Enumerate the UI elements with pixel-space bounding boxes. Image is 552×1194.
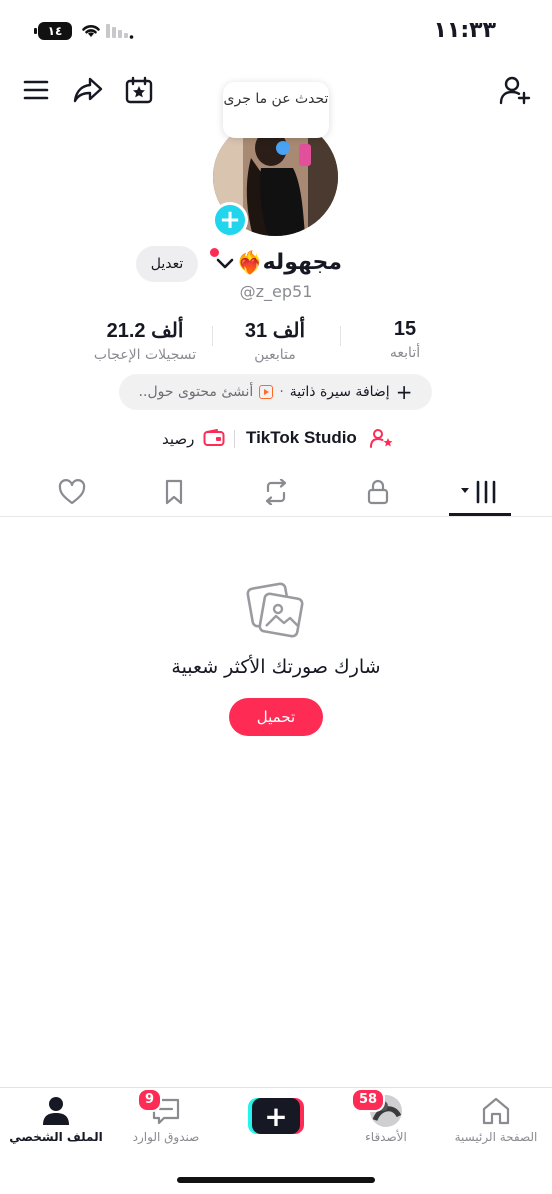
notification-dot xyxy=(210,248,219,257)
following-stat[interactable]: 15 أتابعه xyxy=(362,318,448,361)
likes-count: 21.2 ألف xyxy=(106,320,184,342)
add-icon: + xyxy=(395,380,413,404)
wallet-icon xyxy=(203,429,225,446)
inbox-count-badge: 9 xyxy=(137,1088,163,1112)
tab-liked-heart-icon[interactable] xyxy=(52,478,92,506)
empty-state-message: شارك صورتك الأكثر شعبية xyxy=(171,656,381,678)
play-icon xyxy=(259,385,274,399)
nav-profile[interactable]: الملف الشخصي xyxy=(1,1094,111,1144)
username-handle: @z_ep51 xyxy=(239,282,313,301)
likes-label: تسجيلات الإعجاب xyxy=(93,347,197,363)
tabs-divider xyxy=(0,516,552,517)
edit-profile-button[interactable]: تعديل xyxy=(136,246,198,282)
create-content-link[interactable]: أنشئ محتوى حول.. xyxy=(139,384,254,400)
balance-link[interactable]: رصيد xyxy=(162,430,194,448)
tab-private-lock-icon[interactable] xyxy=(358,478,398,506)
bio-separator: · xyxy=(279,384,284,400)
plus-icon: + xyxy=(252,1098,300,1134)
status-time: ١١:٣٣ xyxy=(433,18,496,43)
battery-level: ١٤ xyxy=(47,24,63,38)
tab-favorites-bookmark-icon[interactable] xyxy=(154,478,194,506)
followers-count: 31 ألف xyxy=(244,320,306,342)
tab-reposts-icon[interactable] xyxy=(256,478,296,506)
bottom-nav-divider xyxy=(0,1087,552,1088)
likes-stat[interactable]: 21.2 ألف تسجيلات الإعجاب xyxy=(78,318,212,363)
tab-videos-grid-icon[interactable] xyxy=(460,478,500,506)
chevron-down-icon[interactable] xyxy=(216,257,234,271)
display-name: مجهوله xyxy=(262,250,342,275)
nav-profile-label: الملف الشخصي xyxy=(9,1130,103,1144)
nav-home[interactable]: الصفحة الرئيسية xyxy=(441,1094,551,1144)
status-tooltip[interactable]: تحدث عن ما جرى xyxy=(223,82,329,138)
stat-divider xyxy=(212,326,213,346)
link-divider xyxy=(234,430,235,448)
profile-person-icon xyxy=(43,1097,69,1125)
nav-inbox-label: صندوق الوارد xyxy=(132,1130,200,1144)
followers-stat[interactable]: 31 ألف متابعين xyxy=(220,318,330,363)
friends-count-badge: 58 xyxy=(351,1088,386,1112)
bio-pill[interactable]: + إضافة سيرة ذاتية · أنشئ محتوى حول.. xyxy=(119,374,432,410)
photos-icon xyxy=(246,582,304,638)
name-emoji: ❤️‍🔥 xyxy=(236,251,264,276)
add-bio-link[interactable]: إضافة سيرة ذاتية xyxy=(290,384,390,400)
following-label: أتابعه xyxy=(389,345,421,361)
upload-button[interactable]: تحميل xyxy=(229,698,323,736)
followers-label: متابعين xyxy=(254,347,296,363)
menu-icon[interactable] xyxy=(18,72,54,108)
battery-icon: ١٤ xyxy=(34,22,72,40)
nav-friends-label: الأصدقاء xyxy=(365,1130,407,1144)
signal-icon xyxy=(106,24,134,39)
add-avatar-button[interactable]: + xyxy=(212,202,248,238)
following-count: 15 xyxy=(393,318,417,340)
nav-friends[interactable]: 58 الأصدقاء xyxy=(331,1088,441,1144)
studio-person-icon xyxy=(370,429,393,448)
calendar-star-icon[interactable] xyxy=(121,72,157,108)
nav-inbox[interactable]: 9 صندوق الوارد xyxy=(111,1088,221,1144)
share-icon[interactable] xyxy=(70,72,106,108)
home-icon xyxy=(482,1097,510,1125)
nav-home-label: الصفحة الرئيسية xyxy=(454,1130,538,1144)
wifi-icon xyxy=(82,25,100,37)
add-friend-icon[interactable] xyxy=(497,72,533,108)
tiktok-studio-link[interactable]: TikTok Studio xyxy=(246,428,357,448)
create-button[interactable]: + xyxy=(248,1098,304,1134)
home-indicator xyxy=(177,1177,375,1183)
stat-divider xyxy=(340,326,341,346)
